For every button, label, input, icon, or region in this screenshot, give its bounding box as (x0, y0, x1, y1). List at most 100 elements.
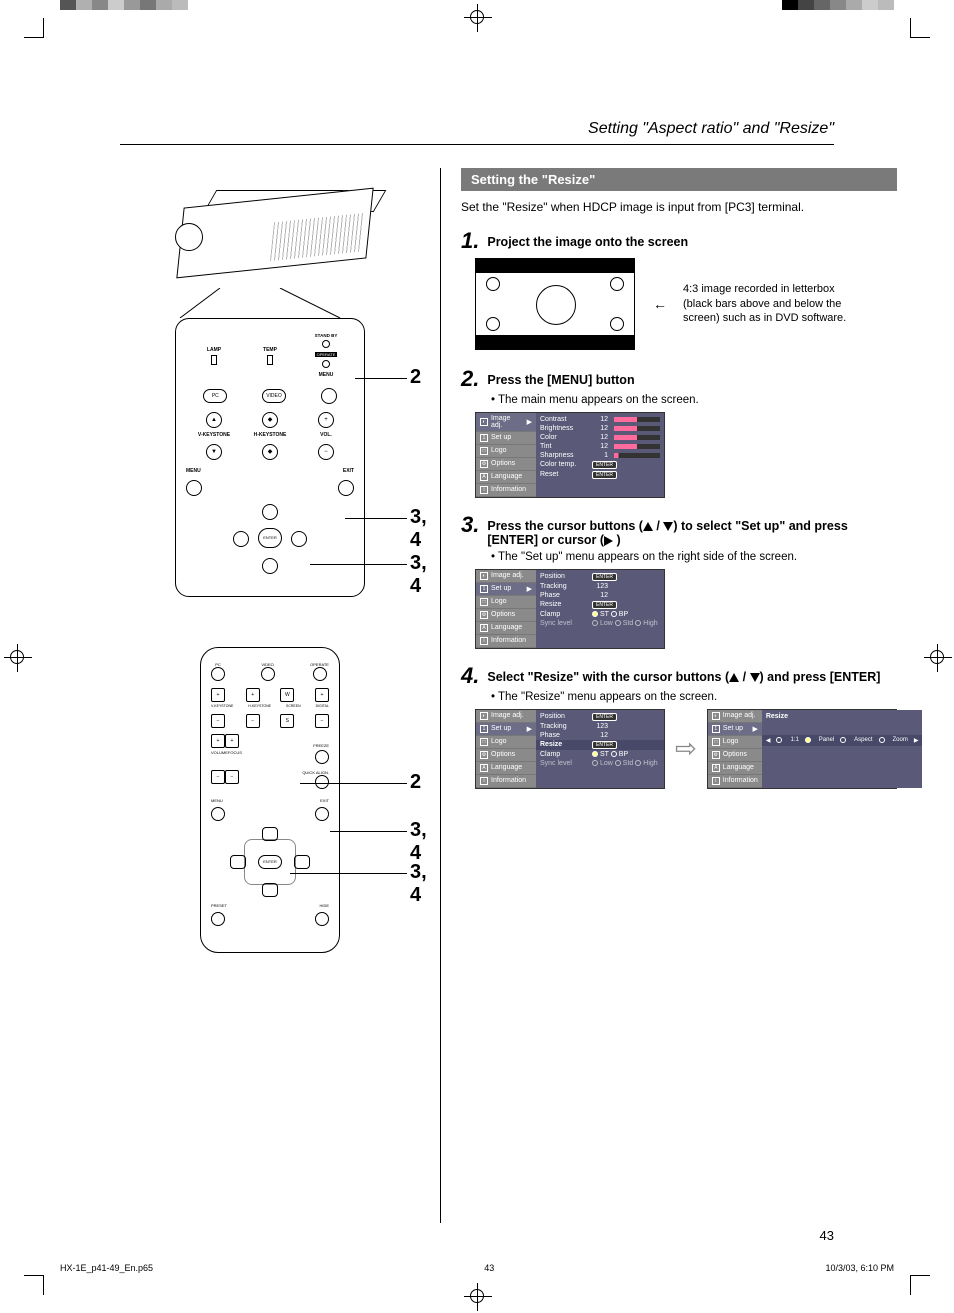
print-color-strip-left (60, 0, 188, 10)
remote-screen-s-button[interactable]: S (280, 714, 294, 728)
remote-enter-button[interactable]: ENTER (258, 855, 282, 869)
osd-key: Sync level (540, 620, 586, 627)
osd-opt: BP (619, 611, 628, 618)
osd-key: Clamp (540, 751, 586, 758)
osd-key: Tint (540, 443, 586, 450)
remote-vol-up-button[interactable]: + (211, 734, 225, 748)
arrow-right-icon: ⇨ (675, 733, 697, 764)
leader-line (310, 564, 407, 565)
hkeystone-down-button[interactable]: ◆ (262, 444, 278, 460)
remote-cursor-up-button[interactable] (262, 827, 278, 841)
osd-opt: Panel (819, 737, 834, 743)
panel-menu-button[interactable] (186, 480, 202, 496)
osd-val: 12 (592, 732, 608, 739)
osd-setup-menu: ◐Image adj. 1Set up▶ □Logo ⚙Options ALan… (475, 569, 665, 649)
crop-mark (910, 18, 930, 38)
remote-hide-label: HIDE (319, 903, 329, 908)
rule (120, 144, 834, 145)
osd-val: 1 (592, 452, 608, 459)
remote-menu-label: MENU (211, 798, 223, 803)
leader-line (355, 378, 407, 379)
step-number: 4. (461, 665, 479, 687)
panel-exit-button[interactable] (338, 480, 354, 496)
cursor-right-button[interactable] (291, 531, 307, 547)
projector-illustration (150, 168, 390, 288)
remote-vol-down-button[interactable]: − (211, 770, 225, 784)
remote-screen-label: SCREEN (286, 704, 301, 708)
enter-button[interactable]: ENTER (258, 528, 282, 548)
remote-exit-button[interactable] (315, 807, 329, 821)
vol-up-button[interactable]: + (318, 412, 334, 428)
osd-enter-badge: ENTER (592, 461, 617, 469)
remote-pc-button[interactable] (211, 667, 225, 681)
osd-opt: BP (619, 751, 628, 758)
remote-freeze-label: FREEZE (313, 743, 329, 748)
cursor-up-button[interactable] (262, 504, 278, 520)
footer-page: 43 (484, 1263, 494, 1273)
osd-opt: Zoom (893, 737, 908, 743)
step-title: Project the image onto the screen (487, 230, 688, 249)
remote-hide-button[interactable] (315, 912, 329, 926)
leader-line (330, 831, 407, 832)
remote-focus-down-button[interactable]: − (225, 770, 239, 784)
letterbox-diagram (475, 258, 635, 350)
remote-vkey-up-button[interactable]: + (211, 688, 225, 702)
osd-opt: Std (623, 620, 634, 627)
callout-lines (120, 288, 420, 318)
leader-line (290, 873, 407, 874)
crop-mark (910, 1275, 930, 1295)
vol-down-button[interactable]: − (318, 444, 334, 460)
osd-item: Logo (491, 447, 507, 454)
menu-label: MENU (298, 372, 354, 378)
remote-operate-button[interactable] (313, 667, 327, 681)
remote-preset-button[interactable] (211, 912, 225, 926)
remote-zoom-in-button[interactable]: + (315, 688, 329, 702)
remote-focus-up-button[interactable]: + (225, 734, 239, 748)
remote-zoom-out-button[interactable]: − (315, 714, 329, 728)
pc-button[interactable]: PC (203, 389, 227, 403)
crop-mark (24, 1275, 44, 1295)
corner-circle-icon (610, 317, 624, 331)
video-button[interactable]: VIDEO (262, 389, 286, 403)
remote-hkey-up-button[interactable]: + (246, 688, 260, 702)
step-number: 3. (461, 514, 479, 536)
vkeystone-up-button[interactable]: ▲ (206, 412, 222, 428)
triangle-down-icon (663, 522, 673, 531)
remote-cursor-left-button[interactable] (230, 855, 246, 869)
remote-menu-button[interactable] (211, 807, 225, 821)
osd-opt: ST (600, 751, 609, 758)
osd-item: Image adj. (491, 572, 524, 579)
remote-quickalign-button[interactable] (315, 775, 329, 789)
remote-vkey-down-button[interactable]: − (211, 714, 225, 728)
osd-item: Set up (491, 725, 511, 732)
osd-key: Tracking (540, 723, 586, 730)
cursor-down-button[interactable] (262, 558, 278, 574)
remote-cursor-right-button[interactable] (294, 855, 310, 869)
osd-val: 12 (592, 416, 608, 423)
remote-freeze-button[interactable] (315, 750, 329, 764)
osd-item: Information (491, 637, 526, 644)
callout-num: 2 (410, 366, 421, 389)
leader-line (300, 783, 407, 784)
osd-key: Contrast (540, 416, 586, 423)
registration-mark (930, 650, 944, 664)
menu-button[interactable] (321, 388, 337, 404)
footer: HX-1E_p41-49_En.p65 43 10/3/03, 6:10 PM (60, 1263, 894, 1273)
hkeystone-up-button[interactable]: ◆ (262, 412, 278, 428)
osd-item: Options (491, 460, 515, 467)
remote-screen-button[interactable]: W (280, 688, 294, 702)
triangle-right-icon (604, 536, 613, 546)
remote-video-button[interactable] (261, 667, 275, 681)
arrow-left-icon: ← (653, 297, 667, 311)
cursor-left-button[interactable] (233, 531, 249, 547)
standby-label: STAND BY (298, 333, 354, 338)
osd-item: Set up (723, 725, 743, 732)
corner-circle-icon (486, 317, 500, 331)
osd-opt: High (643, 620, 657, 627)
remote-cursor-down-button[interactable] (262, 883, 278, 897)
vkeystone-down-button[interactable]: ▼ (206, 444, 222, 460)
remote-hkey-down-button[interactable]: − (246, 714, 260, 728)
osd-key: Position (540, 713, 586, 720)
step-number: 1. (461, 230, 479, 252)
osd-item: Language (723, 764, 754, 771)
